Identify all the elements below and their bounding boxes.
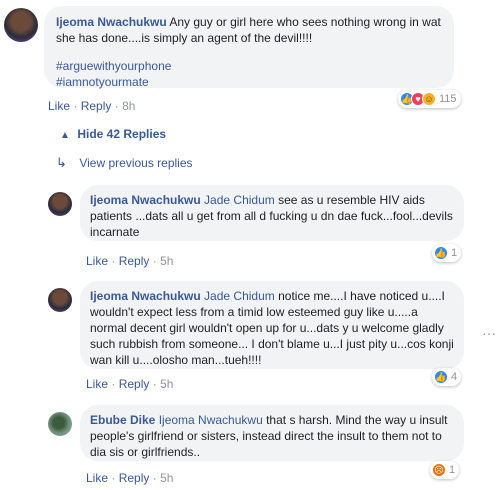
hide-replies-label: Hide 42 Replies — [77, 127, 167, 141]
reaction-summary[interactable]: ☹ 1 — [430, 461, 460, 479]
comment-author[interactable]: Ijeoma Nwachukwu — [56, 15, 167, 29]
avatar[interactable] — [4, 8, 38, 42]
separator: · — [114, 99, 123, 113]
like-button[interactable]: Like — [48, 99, 70, 113]
reply-actions: Like · Reply · 5h — [86, 254, 173, 268]
separator: · — [152, 254, 161, 268]
separator: · — [111, 471, 119, 485]
reaction-count: 115 — [439, 93, 457, 105]
reply-actions: Like · Reply · 5h — [86, 471, 173, 485]
reply-bubble: Ijeoma Nwachukwu Jade Chidum see as u re… — [80, 185, 464, 241]
reply-author[interactable]: Ebube Dike — [90, 413, 155, 427]
separator: · — [152, 377, 161, 391]
reaction-summary[interactable]: 👍 ♥ ☺ 115 — [398, 90, 461, 108]
avatar[interactable] — [48, 288, 72, 312]
reaction-count: 1 — [449, 464, 456, 476]
separator: · — [111, 377, 119, 391]
reaction-count: 4 — [451, 371, 458, 383]
like-button[interactable]: Like — [86, 471, 108, 485]
mention-link[interactable]: Ijeoma Nwachukwu — [159, 413, 263, 427]
chevron-up-icon: ▲ — [60, 130, 70, 141]
haha-icon: ☺ — [422, 92, 436, 106]
separator: · — [152, 471, 161, 485]
like-button[interactable]: Like — [86, 254, 108, 268]
avatar[interactable] — [48, 192, 72, 216]
reaction-count: 1 — [451, 247, 458, 259]
reply-button[interactable]: Reply — [119, 471, 150, 485]
hashtag-link[interactable]: #arguewithyourphone — [56, 58, 442, 74]
separator: · — [73, 99, 81, 113]
more-options-icon[interactable]: ··· — [482, 325, 496, 341]
reply-author[interactable]: Ijeoma Nwachukwu — [90, 289, 201, 303]
comment-actions: Like · Reply · 8h — [48, 99, 135, 113]
like-icon: 👍 — [434, 370, 448, 384]
timestamp[interactable]: 5h — [160, 471, 173, 485]
reaction-summary[interactable]: 👍 4 — [432, 368, 462, 386]
reply-bubble: Ebube Dike Ijeoma Nwachukwu that s harsh… — [80, 405, 464, 461]
reply-button[interactable]: Reply — [119, 377, 150, 391]
reply-arrow-icon: ↳ — [56, 155, 67, 170]
separator: · — [111, 254, 119, 268]
view-previous-label: View previous replies — [79, 156, 193, 170]
comment-bubble: Ijeoma Nwachukwu Any guy or girl here wh… — [44, 6, 454, 90]
mention-link[interactable]: Jade Chidum — [204, 289, 275, 303]
timestamp[interactable]: 5h — [160, 254, 173, 268]
reply-actions: Like · Reply · 5h — [86, 377, 173, 391]
timestamp[interactable]: 5h — [160, 377, 173, 391]
reply-button[interactable]: Reply — [81, 99, 112, 113]
reply-button[interactable]: Reply — [119, 254, 150, 268]
hide-replies-button[interactable]: ▲ Hide 42 Replies — [60, 127, 166, 141]
reply-bubble: Ijeoma Nwachukwu Jade Chidum notice me..… — [80, 281, 464, 369]
reaction-summary[interactable]: 👍 1 — [432, 244, 462, 262]
hashtag-link[interactable]: #iamnotyourmate — [56, 74, 442, 90]
like-icon: 👍 — [434, 246, 448, 260]
avatar[interactable] — [48, 412, 72, 436]
like-button[interactable]: Like — [86, 377, 108, 391]
mention-link[interactable]: Jade Chidum — [204, 193, 275, 207]
reply-author[interactable]: Ijeoma Nwachukwu — [90, 193, 201, 207]
angry-icon: ☹ — [432, 463, 446, 477]
view-previous-replies-button[interactable]: ↳ View previous replies — [56, 155, 193, 171]
timestamp[interactable]: 8h — [122, 99, 135, 113]
